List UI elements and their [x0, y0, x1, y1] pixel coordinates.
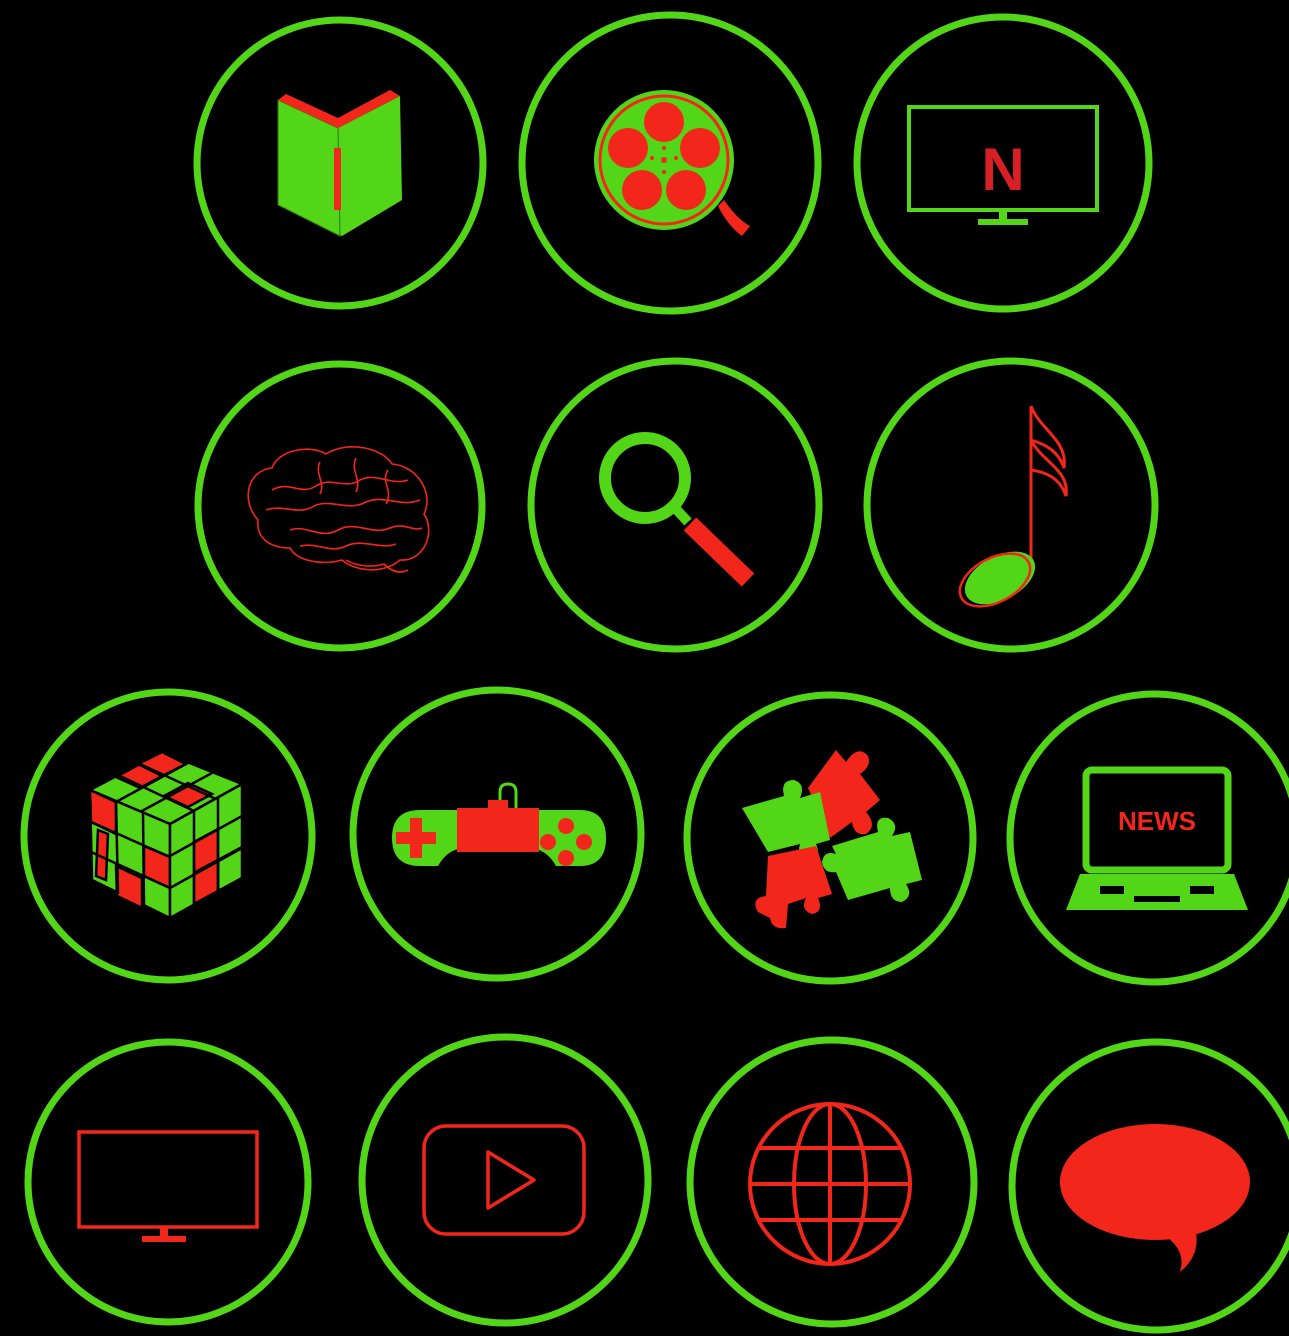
netflix-logo-letter: N	[981, 136, 1024, 203]
globe-icon	[748, 1102, 912, 1266]
icon-grid: N NEWS	[0, 0, 1289, 1336]
news-label: NEWS	[1118, 806, 1196, 836]
